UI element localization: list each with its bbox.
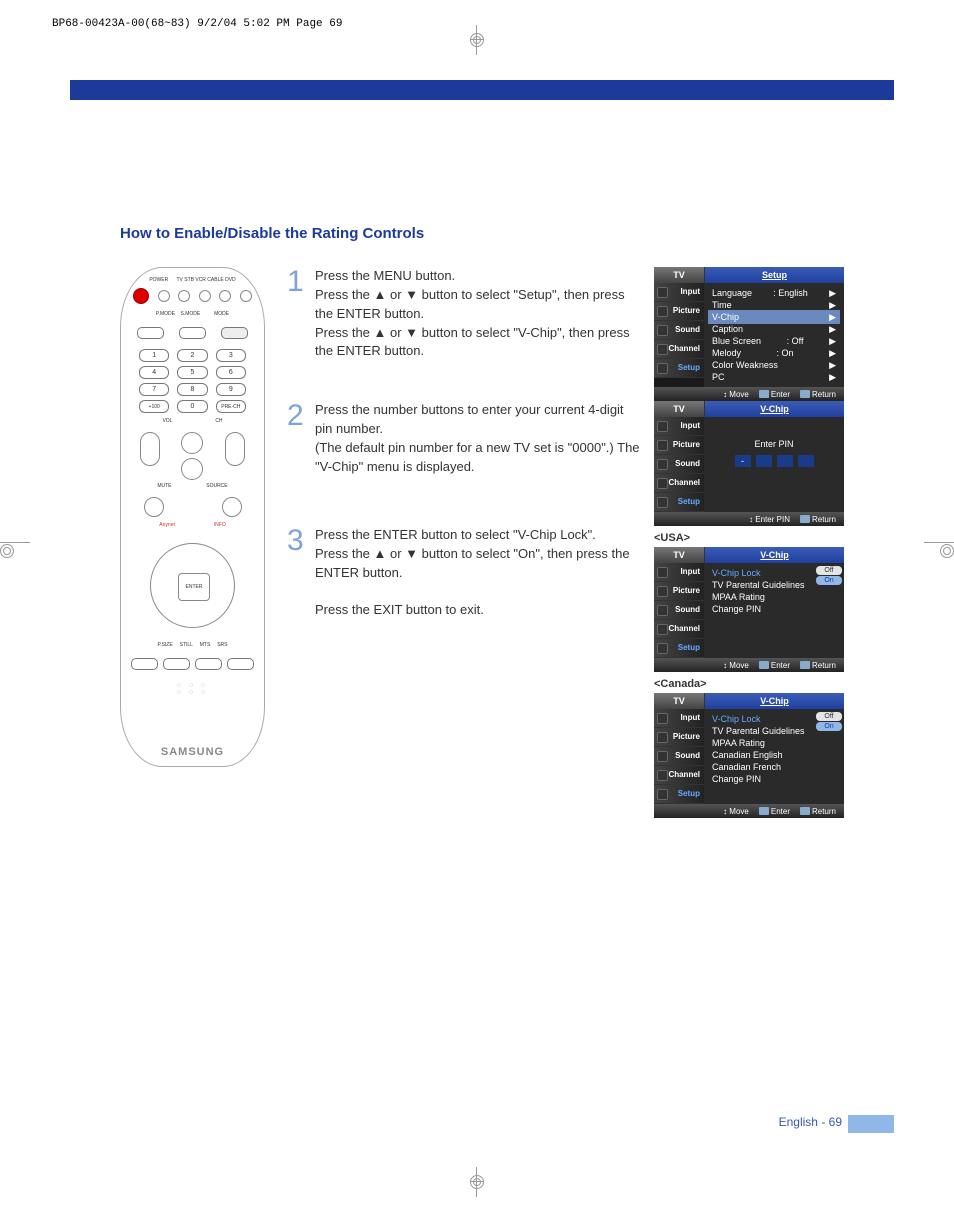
step-number: 1 (287, 267, 305, 361)
step-text: Press the number buttons to enter your c… (315, 401, 640, 476)
osd-vchip-usa-screenshot: TVV-Chip Input Picture Sound Channel Set… (654, 547, 844, 672)
region-label-usa: <USA> (654, 532, 844, 544)
crop-mark-bottom (470, 1167, 484, 1197)
power-button-icon (133, 288, 149, 304)
crop-mark-top (470, 25, 484, 55)
region-label-canada: <Canada> (654, 678, 844, 690)
osd-vchip-canada-screenshot: TVV-Chip Input Picture Sound Channel Set… (654, 693, 844, 818)
section-title: How to Enable/Disable the Rating Control… (120, 225, 844, 242)
crop-mark-left (0, 536, 35, 550)
step-number: 2 (287, 401, 305, 476)
print-header: BP68-00423A-00(68~83) 9/2/04 5:02 PM Pag… (52, 18, 342, 30)
osd-setup-screenshot: TVSetup Input Picture Sound Channel Setu… (654, 267, 844, 401)
osd-vchip-pin-screenshot: TVV-Chip Input Picture Sound Channel Set… (654, 401, 844, 526)
brand-label: SAMSUNG (129, 746, 256, 758)
page-number: English - 69 (779, 1115, 842, 1129)
step-text: Press the ENTER button to select "V-Chip… (315, 526, 640, 620)
remote-illustration: POWER TV STB VCR CABLE DVD P.MODE S.MODE… (120, 267, 265, 767)
step-text: Press the MENU button. Press the ▲ or ▼ … (315, 267, 640, 361)
dpad-icon: ENTER (150, 543, 235, 628)
page-tab-decoration (848, 1115, 894, 1133)
step-number: 3 (287, 526, 305, 620)
crop-mark-right (919, 536, 954, 550)
